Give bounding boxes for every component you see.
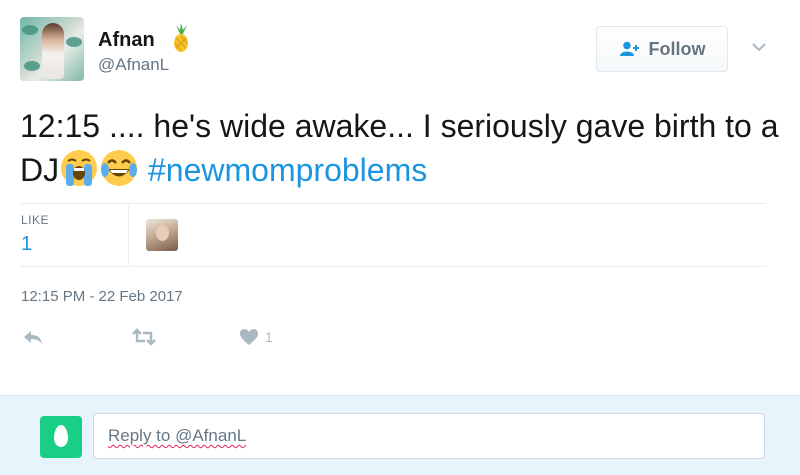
like-stat-count[interactable]: 1 (21, 233, 32, 256)
like-action-count: 1 (265, 329, 273, 345)
reply-bar: Reply to @AfnanL (0, 395, 800, 475)
liker-avatar[interactable] (146, 219, 178, 251)
like-action[interactable]: 1 (239, 328, 273, 346)
author-handle[interactable]: @AfnanL (98, 55, 169, 75)
face-with-tears-of-joy-icon (101, 150, 138, 186)
tweet-timestamp[interactable]: 12:15 PM - 22 Feb 2017 (21, 288, 183, 305)
avatar-leaf-decoration (22, 25, 38, 35)
current-user-avatar (40, 416, 82, 458)
stat-divider (128, 205, 129, 265)
reply-placeholder: Reply to @AfnanL (108, 426, 247, 445)
avatar-leaf-decoration (24, 61, 40, 71)
add-user-icon (619, 41, 639, 56)
retweet-action[interactable] (131, 328, 157, 346)
chevron-down-icon[interactable] (751, 42, 767, 52)
tweet-text: 12:15 .... he's wide awake... I seriousl… (20, 104, 780, 192)
author-name[interactable]: Afnan (98, 29, 155, 52)
pineapple-icon (174, 23, 188, 52)
loudly-crying-face-icon (61, 150, 98, 186)
reply-input[interactable]: Reply to @AfnanL (93, 413, 765, 459)
follow-button-label: Follow (648, 38, 706, 59)
hashtag-link[interactable]: #newmomproblems (148, 152, 427, 188)
egg-icon (54, 425, 68, 447)
liker-avatar-face (156, 225, 169, 241)
avatar-figure (42, 23, 64, 79)
reply-action[interactable] (22, 328, 44, 346)
retweet-icon (132, 328, 156, 346)
follow-button[interactable]: Follow (596, 26, 728, 72)
heart-icon (240, 329, 258, 345)
divider (20, 203, 766, 204)
author-avatar[interactable] (20, 17, 84, 81)
divider (20, 266, 766, 267)
avatar-leaf-decoration (66, 37, 82, 47)
tweet-card: Afnan @AfnanL Follow 12:15 .... he's wid… (0, 0, 800, 395)
like-stat-label: LIKE (21, 213, 50, 227)
reply-icon (24, 331, 42, 344)
